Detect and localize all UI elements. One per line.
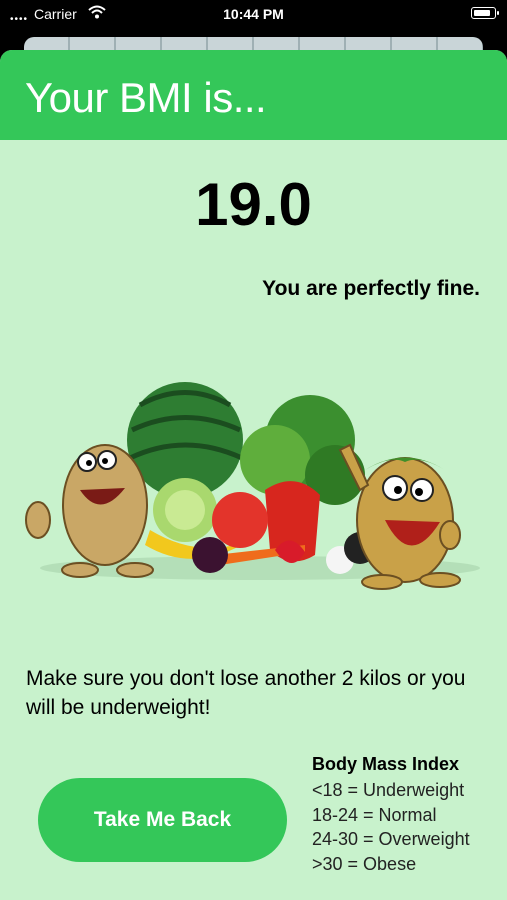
bmi-legend: Body Mass Index <18 = Underweight 18-24 … <box>312 754 497 876</box>
status-time: 10:44 PM <box>223 6 284 22</box>
legend-title: Body Mass Index <box>312 754 460 774</box>
legend-row: >30 = Obese <box>312 853 417 874</box>
vegetables-illustration <box>25 382 480 590</box>
bmi-value: 19.0 <box>195 171 312 238</box>
take-me-back-button[interactable]: Take Me Back <box>38 778 287 862</box>
advice-title: You are perfectly fine. <box>262 277 480 300</box>
legend-row: <18 = Underweight <box>312 780 465 800</box>
advice-message: Make sure you don't lose another 2 kilos… <box>26 667 466 719</box>
page-title: Your BMI is... <box>25 74 267 121</box>
result-sheet: Your BMI is... 19.0 You are perfectly fi… <box>0 50 507 900</box>
header-bar: Your BMI is... <box>0 50 507 140</box>
legend-row: 18-24 = Normal <box>312 804 437 825</box>
legend-row: 24-30 = Overweight <box>312 829 470 849</box>
status-bar: •••• Carrier 10:44 PM <box>0 0 507 30</box>
battery-icon <box>471 7 499 19</box>
